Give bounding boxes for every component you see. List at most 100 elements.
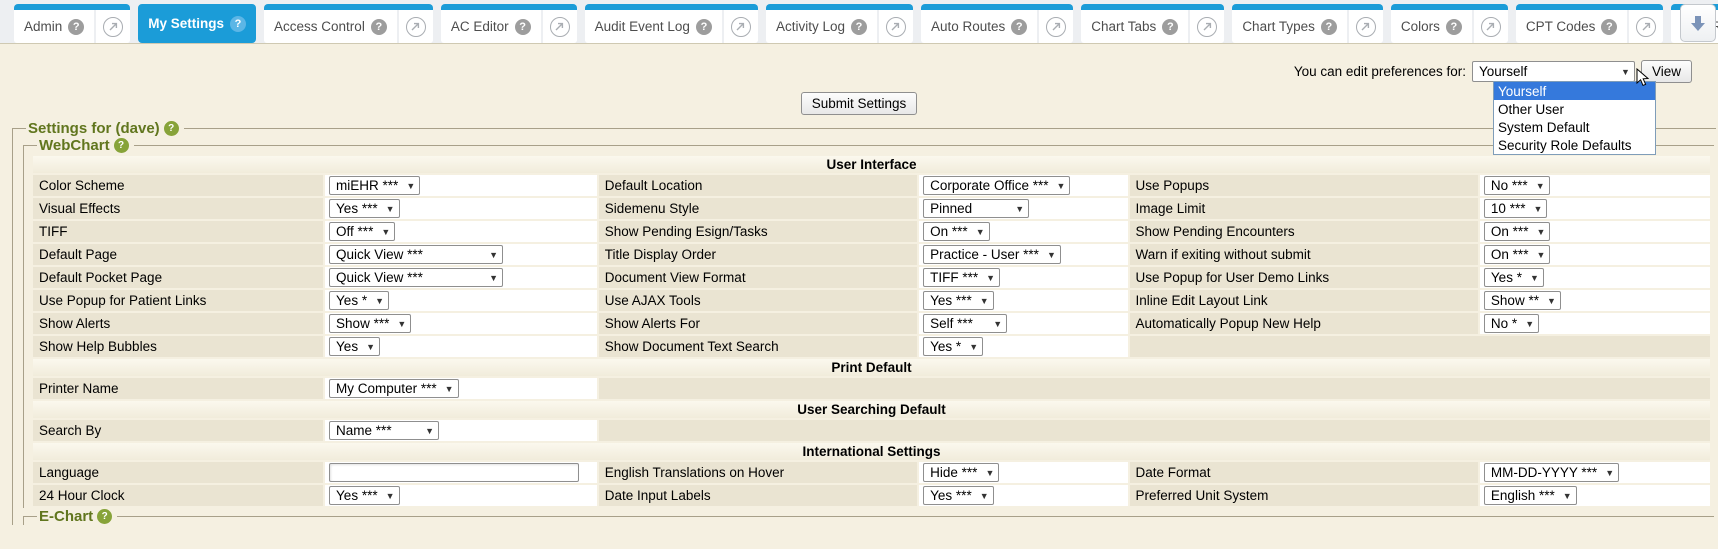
tab-admin[interactable]: Admin ? (14, 10, 94, 43)
tab-chart-tabs[interactable]: Chart Tabs ? (1081, 10, 1188, 43)
help-icon[interactable]: ? (68, 19, 84, 35)
show-help-bubbles-select[interactable]: Yes▼ (329, 337, 380, 356)
external-link-icon (1356, 17, 1376, 37)
use-popup-for-user-demo-links-select[interactable]: Yes *▼ (1484, 268, 1544, 287)
table-row: Default Pocket PageQuick View ***▼Docume… (33, 267, 1710, 288)
open-in-new-window-button[interactable] (96, 10, 130, 43)
default-pocket-page-select[interactable]: Quick View ***▼ (329, 268, 503, 287)
default-location-select[interactable]: Corporate Office ***▼ (923, 176, 1070, 195)
open-in-new-window-button[interactable] (1190, 10, 1224, 43)
24-hour-clock-select[interactable]: Yes ***▼ (329, 486, 399, 505)
document-view-format-select[interactable]: TIFF ***▼ (923, 268, 1000, 287)
sidemenu-style-select[interactable]: Pinned▼ (923, 199, 1029, 218)
table-row: Use Popup for Patient LinksYes *▼Use AJA… (33, 290, 1710, 311)
use-ajax-tools-select[interactable]: Yes ***▼ (923, 291, 993, 310)
show-alerts-for-select[interactable]: Self ***▼ (923, 314, 1007, 333)
tab-ac-editor[interactable]: AC Editor ? (441, 10, 541, 43)
tab-activity-log[interactable]: Activity Log ? (766, 10, 877, 43)
dropdown-option-system-default[interactable]: System Default (1494, 118, 1655, 136)
open-in-new-window-button[interactable] (1039, 10, 1073, 43)
help-icon[interactable]: ? (1321, 19, 1337, 35)
show-alerts-select[interactable]: Show ***▼ (329, 314, 411, 333)
dropdown-arrow-icon: ▼ (1536, 181, 1545, 191)
selected-value: Show *** (336, 316, 389, 331)
title-display-order-select[interactable]: Practice - User ***▼ (923, 245, 1061, 264)
help-icon[interactable]: ? (515, 19, 531, 35)
help-icon[interactable]: ? (851, 19, 867, 35)
date-input-labels-select[interactable]: Yes ***▼ (923, 486, 993, 505)
show-pending-encounters-value-cell: On ***▼ (1480, 221, 1710, 242)
open-in-new-window-button[interactable] (1629, 10, 1663, 43)
section-header-print-default: Print Default (33, 359, 1710, 376)
printer-name-select[interactable]: My Computer ***▼ (329, 379, 458, 398)
external-link-icon (1046, 17, 1066, 37)
tab-chart-types[interactable]: Chart Types ? (1232, 10, 1347, 43)
color-scheme-label: Color Scheme (33, 175, 323, 196)
warn-if-exiting-without-submit-select[interactable]: On ***▼ (1484, 245, 1550, 264)
help-icon[interactable]: ? (164, 121, 179, 136)
language-input[interactable] (329, 463, 579, 482)
open-in-new-window-button[interactable] (399, 10, 433, 43)
echart-legend: E-Chart ? (37, 508, 117, 525)
use-popups-select[interactable]: No ***▼ (1484, 176, 1550, 195)
title-display-order-label: Title Display Order (599, 244, 917, 265)
open-in-new-window-button[interactable] (1349, 10, 1383, 43)
tab-colors[interactable]: Colors ? (1391, 10, 1472, 43)
show-document-text-search-select[interactable]: Yes *▼ (923, 337, 983, 356)
help-icon[interactable]: ? (230, 16, 246, 32)
help-icon[interactable]: ? (696, 19, 712, 35)
edit-preferences-dropdown-list: YourselfOther UserSystem DefaultSecurity… (1493, 81, 1656, 155)
table-row: Color SchememiEHR ***▼Default LocationCo… (33, 175, 1710, 196)
dropdown-arrow-icon: ▼ (976, 227, 985, 237)
tab-audit-event-log[interactable]: Audit Event Log ? (585, 10, 722, 43)
default-pocket-page-value-cell: Quick View ***▼ (325, 267, 597, 288)
help-icon[interactable]: ? (371, 19, 387, 35)
24-hour-clock-label: 24 Hour Clock (33, 485, 323, 506)
visual-effects-select[interactable]: Yes ***▼ (329, 199, 399, 218)
date-format-select[interactable]: MM-DD-YYYY ***▼ (1484, 463, 1619, 482)
english-translations-on-hover-select[interactable]: Hide ***▼ (923, 463, 999, 482)
preferred-unit-system-select[interactable]: English ***▼ (1484, 486, 1577, 505)
selected-value: English *** (1491, 488, 1555, 503)
dropdown-option-other-user[interactable]: Other User (1494, 100, 1655, 118)
search-by-select[interactable]: Name ***▼ (329, 421, 439, 440)
dropdown-option-security-role-defaults[interactable]: Security Role Defaults (1494, 136, 1655, 154)
open-in-new-window-button[interactable] (724, 10, 758, 43)
table-row: Printer NameMy Computer ***▼ (33, 378, 1710, 399)
help-icon[interactable]: ? (1162, 19, 1178, 35)
dropdown-option-yourself[interactable]: Yourself (1494, 82, 1655, 100)
help-icon[interactable]: ? (1011, 19, 1027, 35)
help-icon[interactable]: ? (97, 509, 112, 524)
table-row: Search ByName ***▼ (33, 420, 1710, 441)
tiff-select[interactable]: Off ***▼ (329, 222, 395, 241)
help-icon[interactable]: ? (1446, 19, 1462, 35)
submit-settings-button[interactable]: Submit Settings (801, 92, 918, 115)
view-button[interactable]: View (1641, 60, 1692, 83)
help-icon[interactable]: ? (114, 138, 129, 153)
inline-edit-layout-link-select[interactable]: Show **▼ (1484, 291, 1561, 310)
use-popup-for-patient-links-select[interactable]: Yes *▼ (329, 291, 389, 310)
dropdown-arrow-icon: ▼ (1536, 227, 1545, 237)
automatically-popup-new-help-select[interactable]: No *▼ (1484, 314, 1539, 333)
default-page-select[interactable]: Quick View ***▼ (329, 245, 503, 264)
open-in-new-window-button[interactable] (879, 10, 913, 43)
color-scheme-select[interactable]: miEHR ***▼ (329, 176, 420, 195)
help-icon[interactable]: ? (1601, 19, 1617, 35)
open-in-new-window-button[interactable] (543, 10, 577, 43)
tab-my-settings[interactable]: My Settings ? (138, 4, 256, 43)
show-pending-esign-tasks-select[interactable]: On ***▼ (923, 222, 989, 241)
preferred-unit-system-value-cell: English ***▼ (1480, 485, 1710, 506)
tab-auto-routes[interactable]: Auto Routes ? (921, 10, 1037, 43)
automatically-popup-new-help-value-cell: No *▼ (1480, 313, 1710, 334)
open-in-new-window-button[interactable] (1474, 10, 1508, 43)
scroll-down-button[interactable] (1680, 4, 1716, 42)
inline-edit-layout-link-value-cell: Show **▼ (1480, 290, 1710, 311)
24-hour-clock-value-cell: Yes ***▼ (325, 485, 597, 506)
show-pending-encounters-select[interactable]: On ***▼ (1484, 222, 1550, 241)
tab-access-control[interactable]: Access Control ? (264, 10, 397, 43)
tab-cpt-codes[interactable]: CPT Codes ? (1516, 10, 1628, 43)
edit-preferences-select[interactable]: Yourself ▼ (1472, 61, 1635, 82)
tiff-label: TIFF (33, 221, 323, 242)
image-limit-select[interactable]: 10 ***▼ (1484, 199, 1547, 218)
sidemenu-style-value-cell: Pinned▼ (919, 198, 1127, 219)
